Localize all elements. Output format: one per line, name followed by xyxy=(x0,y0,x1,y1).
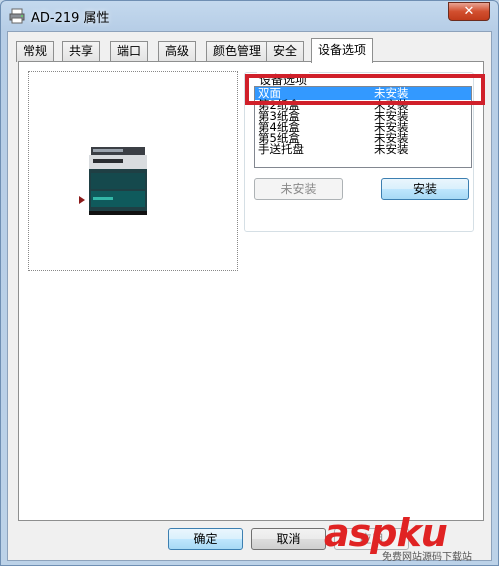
tab-general[interactable]: 常规 xyxy=(16,41,55,62)
watermark: aspku 免费网站源码下载站 xyxy=(324,513,494,563)
cancel-button[interactable]: 取消 xyxy=(251,528,326,550)
install-button[interactable]: 安装 xyxy=(381,178,469,200)
printer-icon xyxy=(9,8,25,24)
properties-window: AD-219 属性 ✕ 常规 共享 端口 高级 颜色管理 安全 设备选项 设备选… xyxy=(0,0,499,566)
tab-ports[interactable]: 端口 xyxy=(110,41,149,62)
watermark-logo: aspku xyxy=(324,511,448,555)
not-installed-button[interactable]: 未安装 xyxy=(254,178,343,200)
ok-button[interactable]: 确定 xyxy=(168,528,243,550)
printer-preview xyxy=(28,71,238,271)
printer-image xyxy=(89,147,147,215)
tab-device-options[interactable]: 设备选项 xyxy=(311,38,374,63)
tab-panel: 设备选项 双面 未安装 第2纸盒 未安装 第3纸盒 未安装 第4纸盒 未安装 第… xyxy=(18,61,484,521)
list-item[interactable]: 手送托盘 未安装 xyxy=(255,142,471,156)
highlight-box xyxy=(245,74,485,105)
option-status: 未安装 xyxy=(374,142,409,156)
close-icon: ✕ xyxy=(463,4,475,19)
tab-advanced[interactable]: 高级 xyxy=(158,41,197,62)
close-button[interactable]: ✕ xyxy=(448,2,490,21)
tab-security[interactable]: 安全 xyxy=(266,41,305,62)
tray-arrow-icon xyxy=(79,196,85,204)
dialog-body: 常规 共享 端口 高级 颜色管理 安全 设备选项 设备选项 双面 未安装 第2纸… xyxy=(7,31,492,561)
title-bar: AD-219 属性 ✕ xyxy=(1,1,498,31)
window-title: AD-219 属性 xyxy=(31,11,110,26)
tab-strip: 常规 共享 端口 高级 颜色管理 安全 设备选项 xyxy=(14,38,484,63)
watermark-caption: 免费网站源码下载站 xyxy=(382,552,472,563)
option-name: 手送托盘 xyxy=(258,142,304,156)
tab-color-management[interactable]: 颜色管理 xyxy=(206,41,269,62)
tab-sharing[interactable]: 共享 xyxy=(62,41,101,62)
